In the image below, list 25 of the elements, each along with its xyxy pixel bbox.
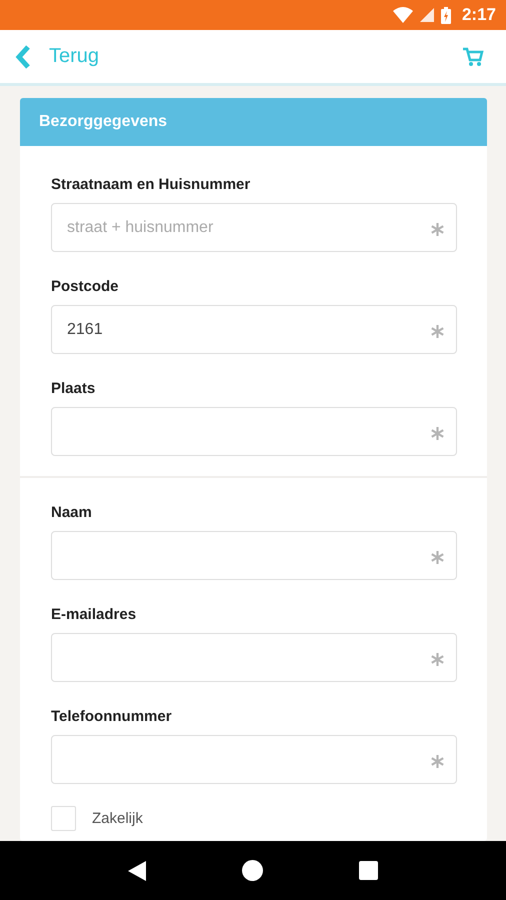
recents-square-icon[interactable]: [359, 861, 378, 880]
input-field[interactable]: [51, 407, 457, 456]
field-label: E-mailadres: [51, 606, 138, 623]
wifi-icon: [392, 7, 413, 23]
signal-icon: [420, 8, 434, 22]
input-field[interactable]: straat + huisnummer: [51, 203, 457, 252]
field-label: Straatnaam en Huisnummer: [51, 176, 252, 193]
status-time: 2:17: [462, 5, 496, 25]
input-field[interactable]: [51, 633, 457, 682]
input-field[interactable]: 2161: [51, 305, 457, 354]
field-label: Plaats: [51, 380, 96, 397]
field-label: Postcode: [51, 278, 120, 295]
cart-icon[interactable]: [462, 46, 484, 66]
back-chevron-icon: [15, 44, 31, 68]
back-button[interactable]: Terug: [15, 44, 100, 68]
battery-icon: [440, 6, 451, 24]
field-label: Telefoonnummer: [51, 708, 173, 725]
input-field[interactable]: [51, 531, 457, 580]
card-title: Bezorggegevens: [39, 113, 168, 131]
input-field[interactable]: [51, 735, 457, 784]
checkbox[interactable]: [51, 806, 76, 831]
field-label: Naam: [51, 504, 93, 521]
home-circle-icon[interactable]: [242, 860, 263, 881]
back-triangle-icon[interactable]: [128, 860, 146, 880]
checkbox-label: Zakelijk: [92, 810, 143, 827]
